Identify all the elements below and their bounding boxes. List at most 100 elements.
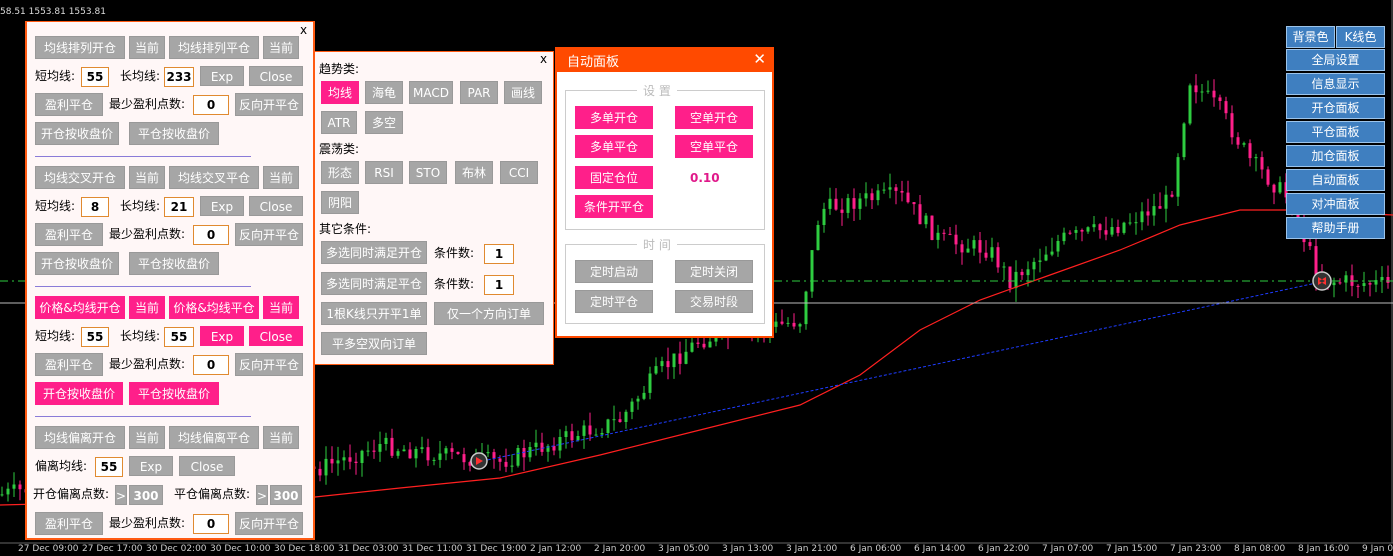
menu-close-panel[interactable]: 平仓面板 (1286, 121, 1385, 143)
ma-cross-close-button[interactable]: 均线交叉平仓 (169, 166, 259, 189)
close-deviation-operator[interactable]: > (256, 485, 268, 505)
ma-panel-close-icon[interactable]: x (300, 23, 307, 37)
pm-open-by-close-price-button[interactable]: 开仓按收盘价 (35, 382, 123, 405)
ma-arrange-open-button[interactable]: 均线排列开仓 (35, 36, 125, 59)
multi-select-close-button[interactable]: 多选同时满足平仓 (321, 272, 427, 295)
ma-deviation-open-button[interactable]: 均线偏离开仓 (35, 426, 125, 449)
indicator-panel-close-icon[interactable]: x (540, 52, 547, 66)
ma-deviation-close-current-button[interactable]: 当前 (263, 426, 299, 449)
ma-exp-button[interactable]: Exp (200, 66, 244, 86)
ma-arrange-close-button[interactable]: 均线排列平仓 (169, 36, 259, 59)
timer-close-button[interactable]: 定时平仓 (575, 290, 653, 313)
one-direction-order-button[interactable]: 仅一个方向订单 (434, 302, 544, 325)
deviation-ma-input[interactable]: 55 (95, 457, 123, 477)
deviation-exp-button[interactable]: Exp (129, 456, 173, 476)
trend-long-short-button[interactable]: 多空 (365, 111, 403, 134)
buy-close-button[interactable]: 多单平仓 (575, 135, 653, 158)
pm-long-ma-input[interactable]: 55 (164, 327, 194, 347)
pm-close-type-button[interactable]: Close (249, 326, 303, 346)
pm-close-by-close-price-button[interactable]: 平仓按收盘价 (129, 382, 219, 405)
menu-auto-panel[interactable]: 自动面板 (1286, 169, 1385, 191)
osc-sto-button[interactable]: STO (409, 161, 447, 184)
trend-turtle-button[interactable]: 海龟 (365, 81, 403, 104)
cross-profit-close-button[interactable]: 盈利平仓 (35, 223, 103, 246)
menu-global-settings[interactable]: 全局设置 (1286, 49, 1385, 71)
trend-draw-line-button[interactable]: 画线 (504, 81, 542, 104)
close-deviation-input[interactable]: 300 (270, 485, 302, 505)
fixed-lot-button[interactable]: 固定仓位 (575, 166, 653, 189)
cross-long-ma-input[interactable]: 21 (164, 197, 194, 217)
ma-arrange-open-current-button[interactable]: 当前 (129, 36, 165, 59)
menu-info-display[interactable]: 信息显示 (1286, 73, 1385, 95)
auto-panel-header[interactable]: 自动面板 ✕ (557, 49, 772, 72)
ma-cross-open-current-button[interactable]: 当前 (129, 166, 165, 189)
auto-panel-close-icon[interactable]: ✕ (753, 50, 766, 68)
close-both-directions-button[interactable]: 平多空双向订单 (321, 332, 427, 355)
reverse-open-close-button[interactable]: 反向开平仓 (235, 93, 303, 116)
conditional-open-close-button[interactable]: 条件开平仓 (575, 195, 653, 218)
open-deviation-input[interactable]: 300 (129, 485, 163, 505)
buy-open-button[interactable]: 多单开仓 (575, 106, 653, 129)
condition-count-input-2[interactable]: 1 (484, 275, 514, 295)
open-deviation-operator[interactable]: > (115, 485, 127, 505)
ma-deviation-close-button[interactable]: 均线偏离平仓 (169, 426, 259, 449)
pm-short-ma-input[interactable]: 55 (81, 327, 109, 347)
pm-exp-button[interactable]: Exp (200, 326, 244, 346)
menu-help-manual[interactable]: 帮助手册 (1286, 217, 1385, 239)
trading-session-button[interactable]: 交易时段 (675, 290, 753, 313)
candle-body (636, 398, 640, 402)
min-profit-input[interactable]: 0 (193, 95, 229, 115)
osc-cci-button[interactable]: CCI (500, 161, 538, 184)
osc-bollinger-button[interactable]: 布林 (455, 161, 493, 184)
price-ma-close-current-button[interactable]: 当前 (263, 296, 299, 319)
cross-exp-button[interactable]: Exp (200, 196, 244, 216)
long-ma-input[interactable]: 233 (164, 67, 194, 87)
candle-color-button[interactable]: K线色 (1336, 26, 1385, 48)
open-by-close-price-button[interactable]: 开仓按收盘价 (35, 122, 119, 145)
background-color-button[interactable]: 背景色 (1286, 26, 1335, 48)
pm-reverse-button[interactable]: 反向开平仓 (235, 353, 303, 376)
menu-hedge-panel[interactable]: 对冲面板 (1286, 193, 1385, 215)
dev-profit-close-button[interactable]: 盈利平仓 (35, 512, 103, 535)
cross-open-by-close-price-button[interactable]: 开仓按收盘价 (35, 252, 119, 275)
timer-start-button[interactable]: 定时启动 (575, 260, 653, 283)
cross-close-by-close-price-button[interactable]: 平仓按收盘价 (129, 252, 219, 275)
cross-short-ma-input[interactable]: 8 (81, 197, 109, 217)
menu-open-panel[interactable]: 开仓面板 (1286, 97, 1385, 119)
short-ma-input[interactable]: 55 (81, 67, 109, 87)
trend-par-button[interactable]: PAR (460, 81, 498, 104)
price-ma-open-current-button[interactable]: 当前 (129, 296, 165, 319)
cross-reverse-button[interactable]: 反向开平仓 (235, 223, 303, 246)
dev-min-profit-input[interactable]: 0 (193, 514, 229, 534)
timer-stop-button[interactable]: 定时关闭 (675, 260, 753, 283)
cross-close-type-button[interactable]: Close (249, 196, 303, 216)
osc-rsi-button[interactable]: RSI (365, 161, 403, 184)
close-by-close-price-button[interactable]: 平仓按收盘价 (129, 122, 219, 145)
lot-size-value[interactable]: 0.10 (690, 171, 720, 185)
trend-ma-button[interactable]: 均线 (321, 81, 359, 104)
one-bar-one-order-button[interactable]: 1根K线只开平1单 (321, 302, 427, 325)
ma-deviation-open-current-button[interactable]: 当前 (129, 426, 165, 449)
trend-atr-button[interactable]: ATR (321, 111, 357, 134)
osc-pattern-button[interactable]: 形态 (321, 161, 359, 184)
ma-cross-close-current-button[interactable]: 当前 (263, 166, 299, 189)
sell-close-button[interactable]: 空单平仓 (675, 135, 753, 158)
trend-macd-button[interactable]: MACD (409, 81, 453, 104)
ma-strategy-panel: x 均线排列开仓 当前 均线排列平仓 当前 短均线: 55 长均线: 233 E… (25, 21, 315, 540)
price-ma-close-button[interactable]: 价格&均线平仓 (169, 296, 259, 319)
pm-profit-close-button[interactable]: 盈利平仓 (35, 353, 103, 376)
ma-cross-open-button[interactable]: 均线交叉开仓 (35, 166, 125, 189)
condition-count-input-1[interactable]: 1 (484, 244, 514, 264)
ma-close-type-button[interactable]: Close (249, 66, 303, 86)
menu-add-position-panel[interactable]: 加仓面板 (1286, 145, 1385, 167)
ma-arrange-close-current-button[interactable]: 当前 (263, 36, 299, 59)
osc-yin-yang-button[interactable]: 阴阳 (321, 191, 359, 214)
profit-close-button[interactable]: 盈利平仓 (35, 93, 103, 116)
deviation-close-type-button[interactable]: Close (179, 456, 235, 476)
cross-min-profit-input[interactable]: 0 (193, 225, 229, 245)
sell-open-button[interactable]: 空单开仓 (675, 106, 753, 129)
multi-select-open-button[interactable]: 多选同时满足开仓 (321, 241, 427, 264)
price-ma-open-button[interactable]: 价格&均线开仓 (35, 296, 125, 319)
dev-reverse-button[interactable]: 反向开平仓 (235, 512, 303, 535)
pm-min-profit-input[interactable]: 0 (193, 355, 229, 375)
